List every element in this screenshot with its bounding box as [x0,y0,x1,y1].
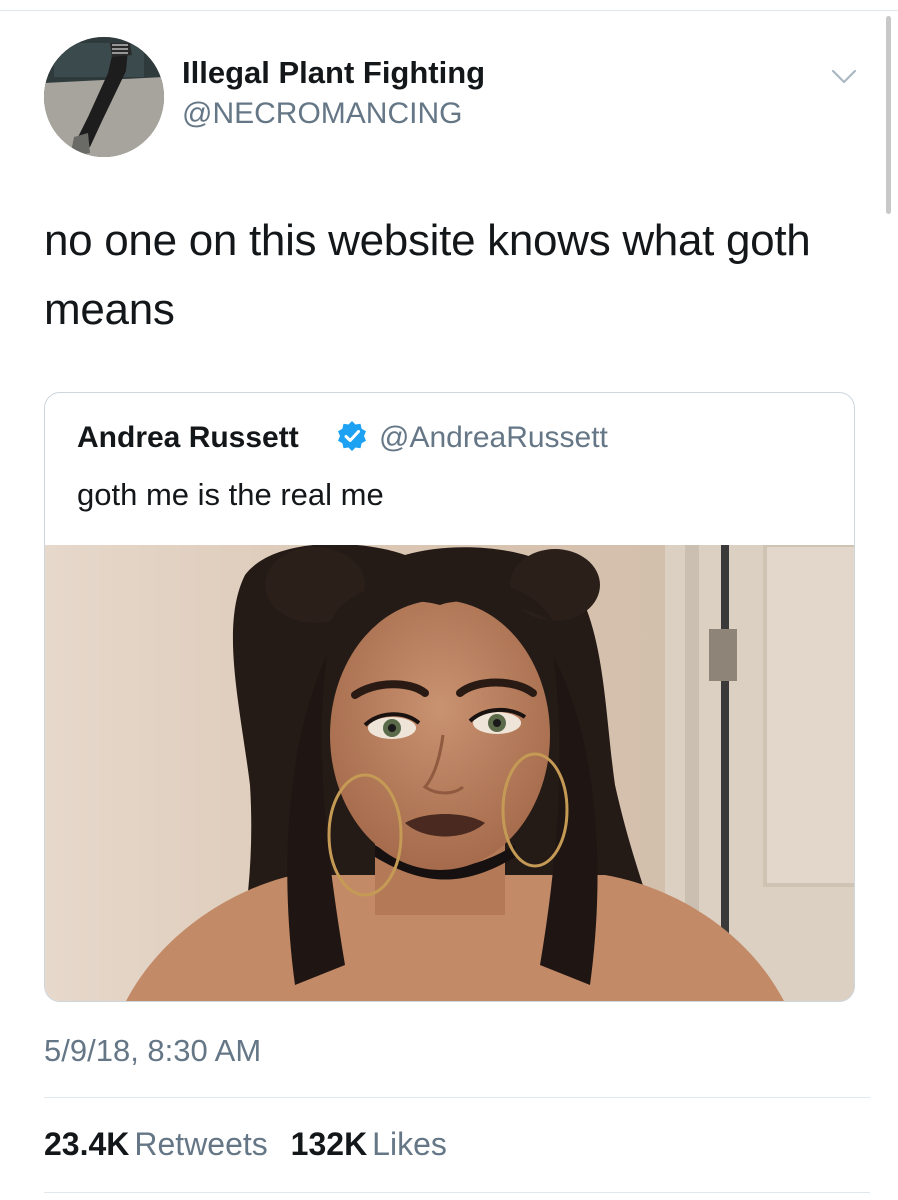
verified-badge-icon [335,419,369,453]
scrollbar[interactable] [886,16,891,214]
tweet-stats: 23.4K Retweets 132K Likes [44,1126,461,1163]
author-handle[interactable]: @NECROMANCING [182,97,462,131]
tweet-text: no one on this website knows what goth m… [44,216,811,334]
quoted-handle: @AndreaRussett [379,421,608,454]
quoted-tweet-card[interactable]: Andrea Russett @AndreaRussett goth me is… [44,392,855,1002]
likes-count: 132K [290,1126,368,1162]
divider [44,1192,870,1193]
top-divider [0,10,898,11]
quoted-display-name: Andrea Russett [77,421,299,454]
retweets-label: Retweets [134,1126,268,1162]
author-avatar[interactable] [44,37,164,157]
divider [44,1097,870,1098]
likes-stat[interactable]: 132K Likes [291,1126,447,1163]
retweets-stat[interactable]: 23.4K Retweets [44,1126,268,1163]
quoted-tweet-photo[interactable] [45,545,854,1001]
quoted-tweet-text: goth me is the real me [77,477,384,512]
author-display-name[interactable]: Illegal Plant Fighting [182,55,485,91]
tweet-timestamp[interactable]: 5/9/18, 8:30 AM [44,1033,261,1069]
likes-label: Likes [372,1126,447,1162]
chevron-down-icon[interactable] [829,64,859,88]
avatar-photo [44,37,164,157]
retweets-count: 23.4K [44,1126,130,1162]
